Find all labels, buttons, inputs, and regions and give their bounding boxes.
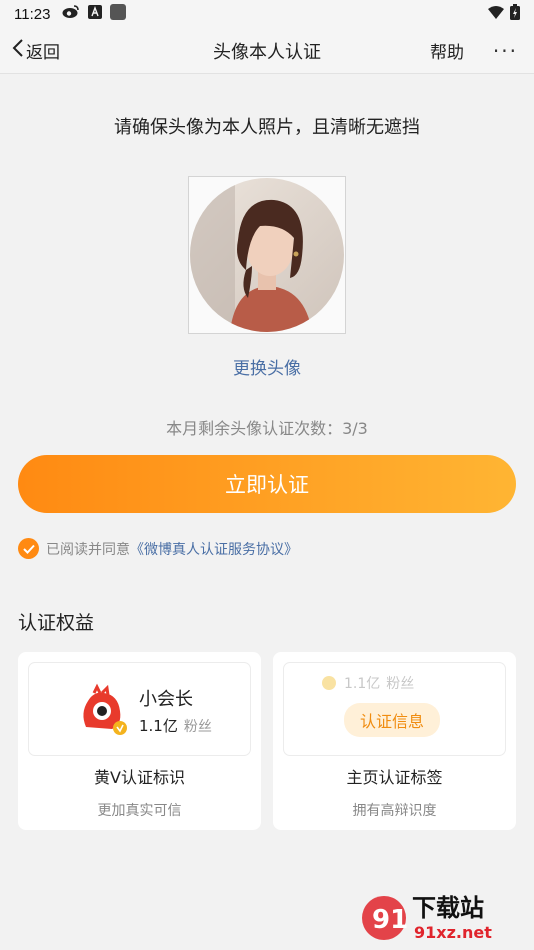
checkmark-icon bbox=[22, 544, 35, 554]
fans-number: 1.1亿 bbox=[344, 676, 381, 692]
watermark-site: 91xz.net bbox=[414, 923, 492, 942]
watermark-text: 下载站 bbox=[412, 894, 484, 922]
back-button[interactable]: 返回 bbox=[12, 38, 60, 63]
fans-number: 1.1亿 bbox=[139, 717, 178, 735]
status-time: 11:23 bbox=[14, 5, 51, 23]
benefit-sub: 拥有高辩识度 bbox=[352, 803, 437, 819]
nav-bar: 返回 头像本人认证 帮助 ··· bbox=[0, 28, 534, 74]
chevron-left-icon bbox=[12, 38, 26, 63]
benefit-label: 主页认证标签 bbox=[346, 768, 443, 787]
fans-unit: 粉丝 bbox=[183, 719, 212, 735]
agreement-checkbox[interactable] bbox=[18, 538, 39, 559]
agreement-link[interactable]: 《微博真人认证服务协议》 bbox=[130, 539, 298, 559]
benefit-preview: 1.1亿 粉丝 认证信息 bbox=[283, 662, 506, 756]
agreement-row: 已阅读并同意 《微博真人认证服务协议》 bbox=[18, 538, 298, 559]
back-label: 返回 bbox=[26, 43, 60, 63]
weibo-icon bbox=[62, 5, 80, 23]
more-menu-button[interactable]: ··· bbox=[493, 39, 518, 63]
app-square-icon bbox=[110, 4, 127, 24]
benefits-title: 认证权益 bbox=[18, 612, 95, 634]
avatar bbox=[190, 178, 344, 332]
app-notification-icon bbox=[88, 5, 103, 23]
verified-info-badge: 认证信息 bbox=[344, 703, 441, 737]
svg-text:91: 91 bbox=[372, 905, 408, 935]
sample-user-name: 小会长 bbox=[139, 689, 193, 710]
benefit-card-profile-tag: 1.1亿 粉丝 认证信息 主页认证标签 拥有高辩识度 bbox=[273, 652, 516, 830]
benefit-preview: 小会长 1.1亿 粉丝 bbox=[28, 662, 251, 756]
avatar-preview bbox=[188, 176, 346, 334]
benefit-card-yellow-v: 小会长 1.1亿 粉丝 黄V认证标识 更加真实可信 bbox=[18, 652, 261, 830]
fans-count: 1.1亿 粉丝 bbox=[139, 715, 212, 736]
benefit-sub: 更加真实可信 bbox=[97, 803, 182, 819]
verified-badge-icon bbox=[322, 676, 336, 690]
site-watermark: 91 下载站 91xz.net bbox=[360, 888, 530, 948]
battery-icon bbox=[510, 4, 520, 24]
fans-unit: 粉丝 bbox=[386, 676, 415, 692]
help-button[interactable]: 帮助 bbox=[430, 38, 464, 63]
mascot-avatar-icon bbox=[74, 683, 128, 737]
remaining-attempts-text: 本月剩余头像认证次数：3/3 bbox=[166, 419, 368, 438]
verify-now-button[interactable]: 立即认证 bbox=[18, 455, 516, 513]
benefit-label: 黄V认证标识 bbox=[94, 768, 185, 787]
status-bar: 11:23 bbox=[0, 0, 534, 28]
wifi-icon bbox=[488, 5, 504, 23]
photo-hint: 请确保头像为本人照片，且清晰无遮挡 bbox=[114, 117, 420, 138]
agreement-prefix: 已阅读并同意 bbox=[46, 541, 130, 558]
watermark-logo-icon: 91 bbox=[362, 896, 408, 940]
change-avatar-link[interactable]: 更换头像 bbox=[0, 354, 534, 379]
faded-fans-row: 1.1亿 粉丝 bbox=[322, 673, 414, 693]
